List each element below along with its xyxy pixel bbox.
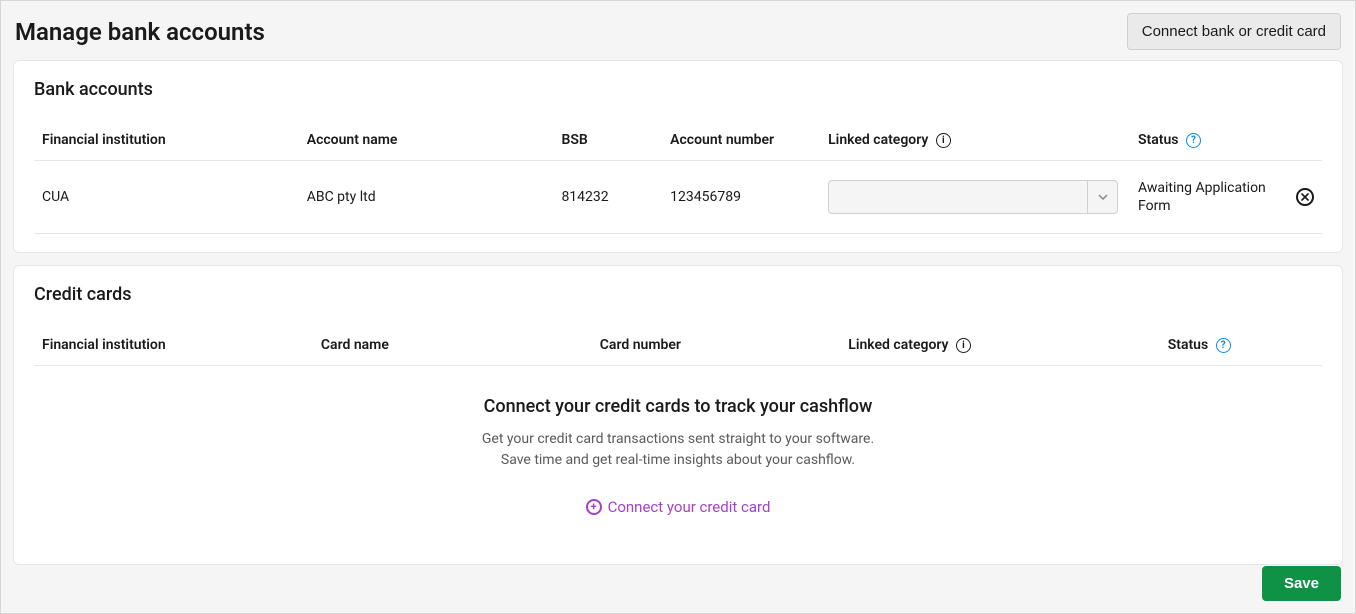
col-status: Status ? [1130,120,1288,161]
credit-cards-table: Financial institution Card name Card num… [34,325,1322,366]
cell-bsb: 814232 [553,161,662,234]
empty-state-description: Get your credit card transactions sent s… [478,429,878,471]
status-label: Status [1168,337,1208,353]
col-status: Status ? [1160,325,1322,366]
credit-cards-card: Credit cards Financial institution Card … [13,265,1343,565]
cell-financial-institution: CUA [34,161,299,234]
help-icon[interactable]: ? [1186,133,1201,148]
bank-accounts-card: Bank accounts Financial institution Acco… [13,60,1343,253]
col-financial-institution: Financial institution [34,120,299,161]
page-header: Manage bank accounts Connect bank or cre… [1,1,1355,60]
credit-cards-empty-state: Connect your credit cards to track your … [34,366,1322,546]
info-icon[interactable]: i [956,338,971,353]
col-card-number: Card number [592,325,840,366]
col-linked-category: Linked category i [820,120,1130,161]
col-account-number: Account number [662,120,820,161]
connect-credit-card-label: Connect your credit card [608,498,771,516]
table-row: CUA ABC pty ltd 814232 123456789 Awaitin… [34,161,1322,234]
cell-delete [1288,161,1322,234]
delete-row-button[interactable] [1296,188,1314,206]
page-title: Manage bank accounts [15,18,265,46]
col-account-name: Account name [299,120,554,161]
info-icon[interactable]: i [936,133,951,148]
bank-accounts-title: Bank accounts [34,79,1322,100]
plus-circle-icon: + [586,499,602,515]
empty-state-title: Connect your credit cards to track your … [44,396,1312,417]
col-card-name: Card name [313,325,592,366]
bank-accounts-table: Financial institution Account name BSB A… [34,120,1322,234]
col-financial-institution: Financial institution [34,325,313,366]
cell-linked-category [820,161,1130,234]
help-icon[interactable]: ? [1216,338,1231,353]
col-bsb: BSB [553,120,662,161]
cell-account-name: ABC pty ltd [299,161,554,234]
col-actions [1288,120,1322,161]
col-linked-category: Linked category i [840,325,1159,366]
linked-category-select[interactable] [828,180,1118,214]
connect-bank-button[interactable]: Connect bank or credit card [1127,13,1341,50]
linked-category-label: Linked category [848,337,948,353]
chevron-down-icon [1087,181,1117,213]
cell-status: Awaiting Application Form [1130,161,1288,234]
close-icon [1301,193,1309,201]
connect-credit-card-link[interactable]: + Connect your credit card [586,498,771,516]
status-text: Awaiting Application Form [1138,179,1280,215]
save-button[interactable]: Save [1262,566,1341,601]
status-label: Status [1138,132,1178,148]
page-footer: Save [1262,566,1341,601]
credit-cards-title: Credit cards [34,284,1322,305]
linked-category-label: Linked category [828,132,928,148]
cell-account-number: 123456789 [662,161,820,234]
